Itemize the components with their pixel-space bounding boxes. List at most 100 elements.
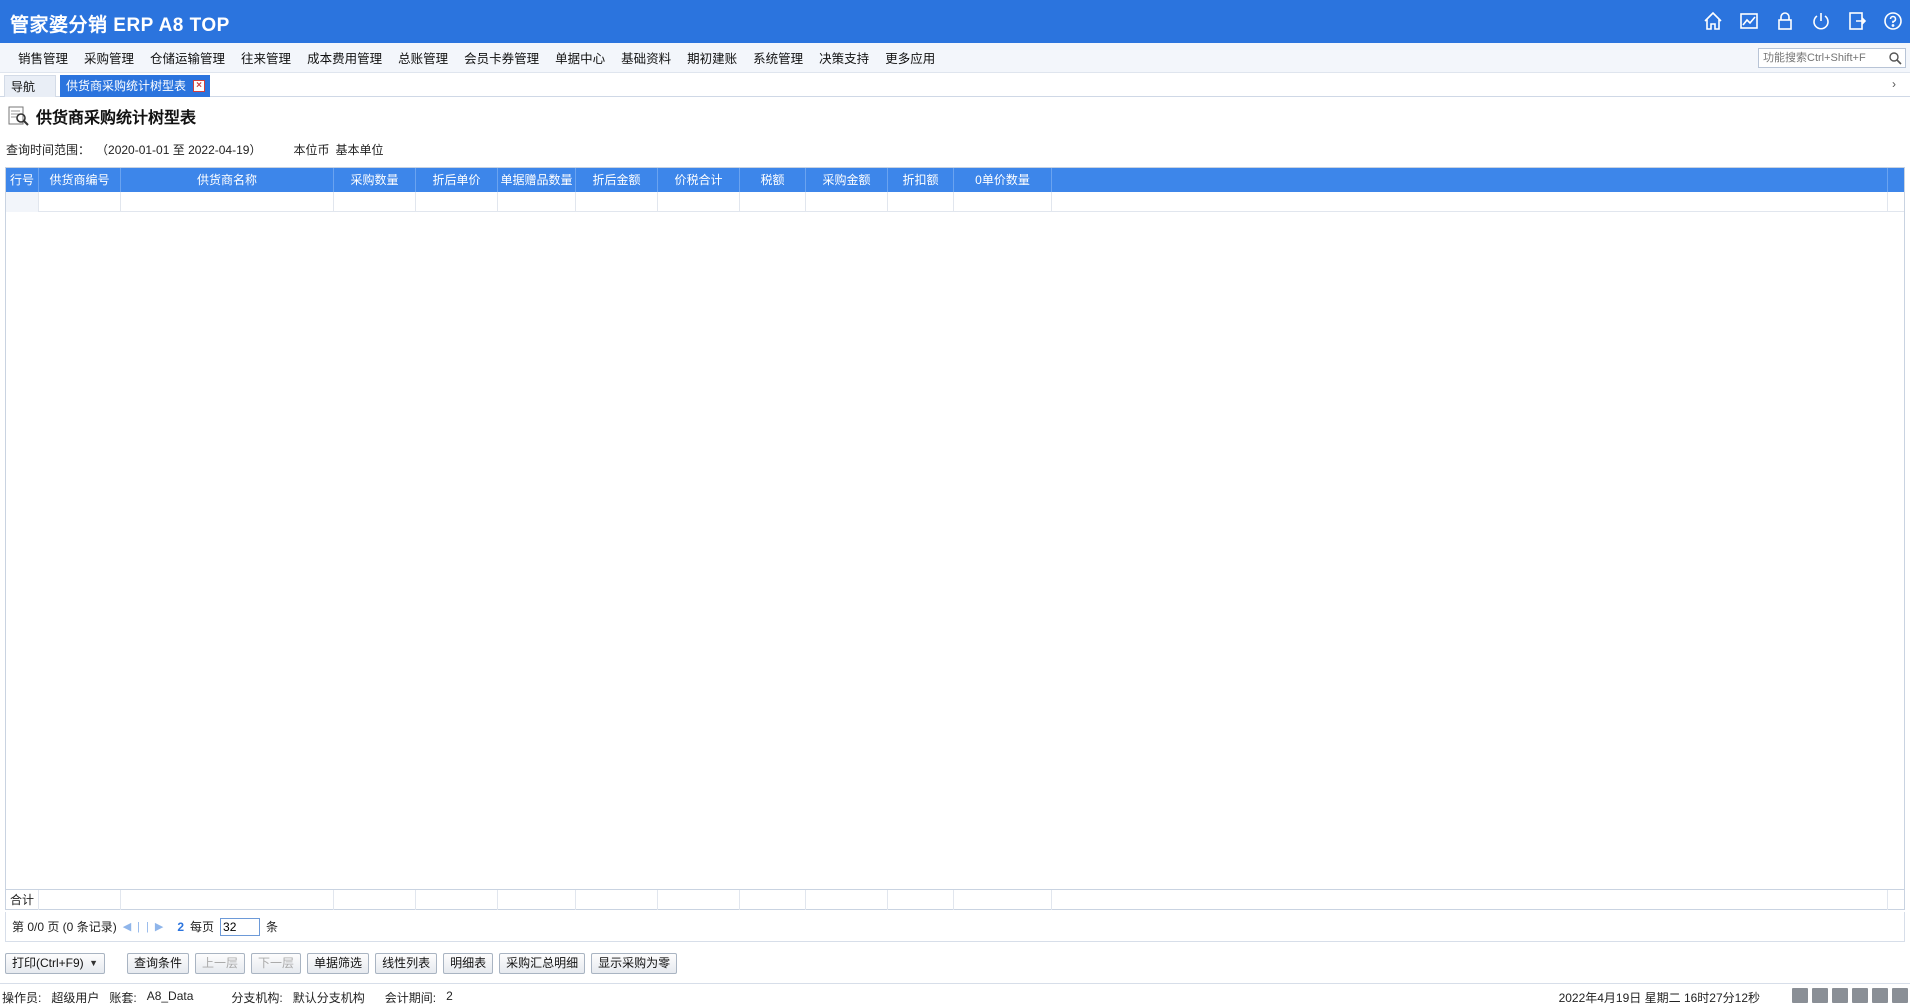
column-header-9[interactable]: 采购金额 <box>806 168 888 192</box>
page-info: 第 0/0 页 (0 条记录) <box>12 920 117 934</box>
column-header-1[interactable]: 供货商编号 <box>39 168 121 192</box>
menu-item-5[interactable]: 总账管理 <box>390 51 456 67</box>
menu-item-0[interactable]: 销售管理 <box>10 51 76 67</box>
range-label: 查询时间范围： <box>6 143 91 157</box>
lock-icon[interactable] <box>1774 10 1796 32</box>
column-header-5[interactable]: 单据赠品数量 <box>498 168 576 192</box>
total-label: 合计 <box>6 890 39 910</box>
table-row[interactable] <box>6 192 1904 212</box>
logout-icon[interactable] <box>1846 10 1868 32</box>
column-header-8[interactable]: 税额 <box>740 168 806 192</box>
first-page-button[interactable]: ◀ <box>123 920 131 933</box>
total-cell <box>334 890 416 910</box>
power-icon[interactable] <box>1810 10 1832 32</box>
prev-page-button[interactable]: | <box>137 921 140 933</box>
menu-item-7[interactable]: 单据中心 <box>547 51 613 67</box>
total-cell <box>416 890 498 910</box>
refresh-button[interactable]: 2 <box>177 920 184 934</box>
column-header-11[interactable]: 0单价数量 <box>954 168 1052 192</box>
total-cell <box>121 890 334 910</box>
table-cell[interactable] <box>39 192 121 212</box>
menu-item-6[interactable]: 会员卡券管理 <box>456 51 547 67</box>
total-cell <box>806 890 888 910</box>
linear-list-button[interactable]: 线性列表 <box>375 953 438 974</box>
message-icon[interactable] <box>1792 988 1808 1003</box>
home-icon[interactable] <box>1702 10 1724 32</box>
menu-item-1[interactable]: 采购管理 <box>76 51 142 67</box>
apps-icon[interactable] <box>1872 988 1888 1003</box>
page-title: 供货商采购统计树型表 <box>36 110 197 127</box>
column-header-2[interactable]: 供货商名称 <box>121 168 334 192</box>
table-cell[interactable] <box>954 192 1052 212</box>
tab-scroll-right-icon[interactable]: › <box>1892 77 1906 93</box>
search-icon[interactable] <box>1888 51 1902 65</box>
tab-supplier-purchase-tree[interactable]: 供货商采购统计树型表 × <box>60 75 210 97</box>
table-cell[interactable] <box>121 192 334 212</box>
unit-label: 基本单位 <box>335 143 384 157</box>
table-cell[interactable] <box>498 192 576 212</box>
detail-table-button[interactable]: 明细表 <box>443 953 494 974</box>
chevron-down-icon[interactable]: ▼ <box>89 954 98 973</box>
menu-item-2[interactable]: 仓储运输管理 <box>142 51 233 67</box>
table-cell[interactable] <box>888 192 954 212</box>
menu-item-10[interactable]: 系统管理 <box>745 51 811 67</box>
query-conditions-button[interactable]: 查询条件 <box>127 953 190 974</box>
menu-item-4[interactable]: 成本费用管理 <box>299 51 390 67</box>
grid-icon[interactable] <box>1852 988 1868 1003</box>
table-cell[interactable] <box>6 192 39 212</box>
table-cell[interactable] <box>658 192 740 212</box>
per-page-unit: 条 <box>266 920 279 934</box>
tab-navigation[interactable]: 导航 <box>4 75 56 97</box>
notepad-icon[interactable] <box>1812 988 1828 1003</box>
total-cell <box>740 890 806 910</box>
next-page-button[interactable]: | <box>146 921 149 933</box>
column-header-10[interactable]: 折扣额 <box>888 168 954 192</box>
menu-item-3[interactable]: 往来管理 <box>233 51 299 67</box>
period-label: 会计期间: <box>384 991 437 1005</box>
table-cell[interactable] <box>576 192 658 212</box>
period-value: 2 <box>446 989 453 1003</box>
per-page-input[interactable] <box>220 917 261 936</box>
tab-label: 供货商采购统计树型表 <box>66 79 187 93</box>
total-cell <box>498 890 576 910</box>
table-cell[interactable] <box>334 192 416 212</box>
table-cell[interactable] <box>1052 192 1888 212</box>
up-level-button[interactable]: 上一层 <box>195 953 246 974</box>
document-filter-button[interactable]: 单据筛选 <box>307 953 370 974</box>
function-search-input[interactable] <box>1759 49 1885 67</box>
pager: 第 0/0 页 (0 条记录) ◀ | | ▶ 2 每页 条 <box>5 912 1905 942</box>
column-header-3[interactable]: 采购数量 <box>334 168 416 192</box>
app-title: 管家婆分销 ERP A8 TOP <box>10 15 230 36</box>
print-button[interactable]: 打印(Ctrl+F9) ▼ <box>5 953 105 974</box>
bottom-toolbar: 打印(Ctrl+F9) ▼ 查询条件 上一层 下一层 单据筛选 线性列表 明细表… <box>5 953 678 975</box>
report-grid: 行号 供货商编号 供货商名称 采购数量 折后单价 单据赠品数量 折后金额 价税合计 税额 采购金额… <box>5 167 1905 910</box>
table-cell[interactable] <box>806 192 888 212</box>
purchase-summary-detail-button[interactable]: 采购汇总明细 <box>499 953 586 974</box>
note-icon[interactable] <box>1832 988 1848 1003</box>
show-zero-purchase-button[interactable]: 显示采购为零 <box>591 953 678 974</box>
menu-item-8[interactable]: 基础资料 <box>613 51 679 67</box>
column-header-0[interactable]: 行号 <box>6 168 39 192</box>
status-datetime: 2022年4月19日 星期二 16时27分12秒 <box>1558 991 1760 1005</box>
per-page-label: 每页 <box>190 920 215 934</box>
column-header-4[interactable]: 折后单价 <box>416 168 498 192</box>
branch-value: 默认分支机构 <box>292 991 365 1005</box>
column-header-6[interactable]: 折后金额 <box>576 168 658 192</box>
last-page-button[interactable]: ▶ <box>155 920 163 933</box>
function-search[interactable] <box>1758 48 1906 68</box>
close-icon[interactable]: × <box>193 80 205 92</box>
status-info: 操作员: 超级用户 账套: A8_Data 分支机构: 默认分支机构 会计期间:… <box>2 989 453 1006</box>
status-bar: 操作员: 超级用户 账套: A8_Data 分支机构: 默认分支机构 会计期间:… <box>0 983 1910 1007</box>
menu-item-9[interactable]: 期初建账 <box>679 51 745 67</box>
table-cell[interactable] <box>740 192 806 212</box>
total-cell <box>39 890 121 910</box>
table-cell[interactable] <box>416 192 498 212</box>
column-header-7[interactable]: 价税合计 <box>658 168 740 192</box>
help-icon[interactable] <box>1882 10 1904 32</box>
chart-icon[interactable] <box>1738 10 1760 32</box>
column-header-12[interactable] <box>1052 168 1888 192</box>
home-small-icon[interactable] <box>1892 988 1908 1003</box>
menu-item-12[interactable]: 更多应用 <box>877 51 943 67</box>
down-level-button[interactable]: 下一层 <box>251 953 302 974</box>
menu-item-11[interactable]: 决策支持 <box>811 51 877 67</box>
